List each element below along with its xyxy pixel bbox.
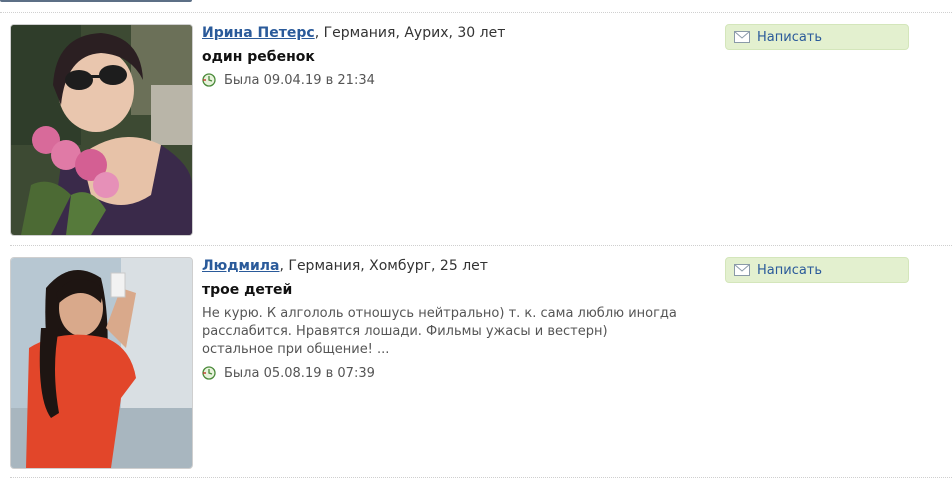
profile-divider — [10, 477, 952, 479]
write-message-button[interactable]: Написать — [725, 24, 909, 50]
last-seen: Была 05.08.19 в 07:39 — [202, 365, 702, 383]
envelope-icon — [734, 264, 750, 276]
write-message-label: Написать — [757, 29, 823, 45]
profile-photo[interactable] — [10, 257, 193, 469]
profile-divider — [10, 245, 952, 247]
top-bar — [0, 0, 952, 14]
profile-info: Людмила, Германия, Хомбург, 25 лет трое … — [202, 257, 702, 383]
profile-photo[interactable] — [10, 24, 193, 236]
last-seen-text: Была 05.08.19 в 07:39 — [224, 366, 375, 381]
top-divider — [0, 12, 952, 14]
profile-location-age: , Германия, Аурих, 30 лет — [314, 25, 506, 41]
profile-name-link[interactable]: Ирина Петерс — [202, 25, 315, 41]
profile-name-link[interactable]: Людмила — [202, 258, 280, 274]
clock-icon — [202, 73, 216, 87]
profile-info: Ирина Петерс, Германия, Аурих, 30 лет од… — [202, 24, 702, 90]
profile-about: Не курю. К алгололь отношусь нейтрально)… — [202, 306, 677, 357]
profile-headline: Ирина Петерс, Германия, Аурих, 30 лет — [202, 24, 702, 42]
profile-location-age: , Германия, Хомбург, 25 лет — [279, 258, 488, 274]
profile-status: один ребенок — [202, 49, 315, 65]
profile-headline: Людмила, Германия, Хомбург, 25 лет — [202, 257, 702, 275]
clock-icon — [202, 366, 216, 380]
last-seen: Была 09.04.19 в 21:34 — [202, 72, 702, 90]
write-message-label: Написать — [757, 262, 823, 278]
top-tab[interactable] — [0, 0, 192, 2]
envelope-icon — [734, 31, 750, 43]
last-seen-text: Была 09.04.19 в 21:34 — [224, 73, 375, 88]
write-message-button[interactable]: Написать — [725, 257, 909, 283]
profile-status: трое детей — [202, 282, 293, 298]
